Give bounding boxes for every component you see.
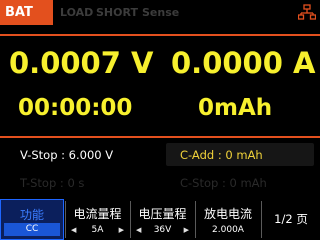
function-value: CC bbox=[4, 223, 60, 236]
voltage-readout: 0.0007 V bbox=[9, 46, 154, 80]
left-arrow-icon[interactable]: ◀ bbox=[71, 224, 76, 237]
function-title: 功能 bbox=[19, 208, 44, 222]
network-icon bbox=[298, 4, 316, 20]
discharge-current-title: 放电电流 bbox=[203, 207, 252, 221]
elapsed-time-readout: 00:00:00 bbox=[18, 95, 133, 121]
right-arrow-icon[interactable]: ▶ bbox=[119, 224, 124, 237]
top-divider bbox=[0, 34, 320, 36]
capacity-readout: 0mAh bbox=[198, 95, 273, 121]
mode-label[interactable]: BAT bbox=[0, 0, 53, 25]
v-stop-param[interactable]: V-Stop : 6.000 V bbox=[20, 148, 113, 162]
short-flag: SHORT bbox=[96, 6, 138, 19]
top-status-bar: BAT LOAD SHORT Sense bbox=[0, 0, 320, 25]
voltage-range-title: 电压量程 bbox=[138, 207, 187, 221]
sense-flag: Sense bbox=[142, 6, 180, 19]
left-arrow-icon[interactable]: ◀ bbox=[136, 224, 141, 237]
right-arrow-icon[interactable]: ▶ bbox=[184, 224, 189, 237]
function-softkey[interactable]: 功能 CC bbox=[0, 199, 64, 240]
voltage-range-softkey[interactable]: 电压量程 36V ◀ ▶ bbox=[131, 199, 194, 240]
load-flag: LOAD bbox=[60, 6, 94, 19]
c-add-param: C-Add : 0 mAh bbox=[180, 148, 263, 162]
c-stop-param[interactable]: C-Stop : 0 mAh bbox=[180, 176, 267, 190]
current-readout: 0.0000 A bbox=[171, 46, 316, 80]
t-stop-param[interactable]: T-Stop : 0 s bbox=[20, 176, 84, 190]
discharge-current-value: 2.000A bbox=[212, 225, 244, 235]
page-softkey[interactable]: 1/2 页 bbox=[262, 199, 320, 240]
current-range-title: 电流量程 bbox=[73, 207, 122, 221]
discharge-current-softkey[interactable]: 放电电流 2.000A bbox=[196, 199, 260, 240]
middle-divider bbox=[0, 136, 320, 138]
current-range-softkey[interactable]: 电流量程 5A ◀ ▶ bbox=[66, 199, 129, 240]
